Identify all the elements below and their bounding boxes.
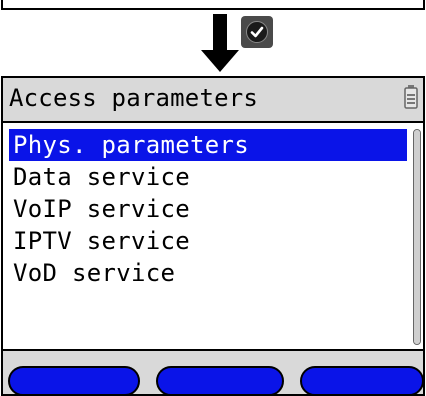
- down-arrow-icon: [201, 14, 239, 72]
- menu-item[interactable]: Data service: [9, 161, 407, 193]
- scrollbar-thumb[interactable]: [414, 130, 420, 344]
- softkey-left[interactable]: [8, 366, 140, 396]
- softkey-right[interactable]: [300, 366, 424, 396]
- scrollbar[interactable]: [413, 129, 421, 345]
- menu-item[interactable]: IPTV service: [9, 225, 407, 257]
- softkey-middle[interactable]: [156, 366, 284, 396]
- battery-icon: [404, 85, 418, 109]
- screen-title: Access parameters: [9, 84, 259, 112]
- checkmark-icon: [241, 16, 273, 48]
- softkey-bar: [3, 366, 424, 396]
- menu-item[interactable]: VoD service: [9, 257, 407, 289]
- previous-screen-edge: [1, 0, 425, 10]
- menu-item[interactable]: Phys. parameters: [9, 129, 407, 161]
- menu-item[interactable]: VoIP service: [9, 193, 407, 225]
- menu-panel: Phys. parameters Data service VoIP service…: [3, 121, 423, 351]
- device-screen: Access parameters Phys. parameters Data s…: [1, 76, 425, 396]
- menu-list: Phys. parameters Data service VoIP service…: [9, 129, 407, 289]
